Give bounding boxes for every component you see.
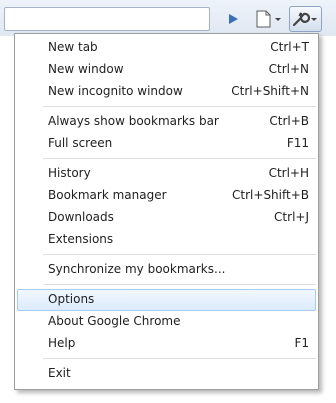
menu-item-shortcut: F1	[294, 336, 309, 350]
menu-item-label: New tab	[48, 40, 98, 54]
menu-item-options[interactable]: Options	[17, 289, 316, 311]
menu-item-shortcut: F11	[286, 136, 309, 150]
menu-item-label: New window	[48, 62, 124, 76]
page-menu-button[interactable]	[250, 6, 286, 32]
menu-separator	[43, 254, 316, 255]
address-bar[interactable]	[4, 7, 210, 31]
menu-separator	[43, 358, 316, 359]
menu-item-label: Options	[48, 292, 95, 306]
menu-item-always-show-bookmarks-bar[interactable]: Always show bookmarks bar Ctrl+B	[17, 111, 316, 133]
menu-item-new-window[interactable]: New window Ctrl+N	[17, 59, 316, 81]
menu-item-downloads[interactable]: Downloads Ctrl+J	[17, 207, 316, 229]
menu-item-label: Exit	[48, 366, 71, 380]
menu-separator	[43, 158, 316, 159]
menu-item-label: History	[48, 166, 91, 180]
menu-item-shortcut: Ctrl+N	[268, 62, 309, 76]
menu-item-synchronize-bookmarks[interactable]: Synchronize my bookmarks...	[17, 259, 316, 281]
menu-item-label: Help	[48, 336, 76, 350]
menu-item-label: Downloads	[48, 210, 114, 224]
menu-item-full-screen[interactable]: Full screen F11	[17, 133, 316, 155]
play-icon	[229, 14, 238, 24]
menu-item-label: Extensions	[48, 232, 114, 246]
menu-item-shortcut: Ctrl+T	[270, 40, 309, 54]
menu-item-label: Always show bookmarks bar	[48, 114, 219, 128]
menu-item-shortcut: Ctrl+B	[269, 114, 309, 128]
menu-item-new-tab[interactable]: New tab Ctrl+T	[17, 37, 316, 59]
wrench-icon	[292, 12, 317, 27]
menu-item-extensions[interactable]: Extensions	[17, 229, 316, 251]
menu-item-shortcut: Ctrl+J	[274, 210, 309, 224]
menu-item-help[interactable]: Help F1	[17, 333, 316, 355]
wrench-menu-button[interactable]	[289, 6, 322, 32]
menu-item-label: Full screen	[48, 136, 113, 150]
menu-item-label: About Google Chrome	[48, 314, 181, 328]
menu-separator	[43, 106, 316, 107]
menu-item-bookmark-manager[interactable]: Bookmark manager Ctrl+Shift+B	[17, 185, 316, 207]
menu-item-shortcut: Ctrl+Shift+N	[231, 84, 309, 98]
menu-item-shortcut: Ctrl+Shift+B	[232, 188, 309, 202]
menu-item-new-incognito-window[interactable]: New incognito window Ctrl+Shift+N	[17, 81, 316, 103]
page-icon	[256, 10, 281, 28]
menu-item-history[interactable]: History Ctrl+H	[17, 163, 316, 185]
wrench-dropdown-menu: New tab Ctrl+T New window Ctrl+N New inc…	[14, 33, 319, 390]
play-button[interactable]	[220, 6, 246, 32]
menu-item-about-google-chrome[interactable]: About Google Chrome	[17, 311, 316, 333]
menu-item-shortcut: Ctrl+H	[268, 166, 309, 180]
menu-item-label: Synchronize my bookmarks...	[48, 262, 226, 276]
menu-separator	[43, 284, 316, 285]
menu-item-label: Bookmark manager	[48, 188, 167, 202]
browser-toolbar	[0, 0, 336, 36]
menu-item-exit[interactable]: Exit	[17, 363, 316, 385]
menu-item-label: New incognito window	[48, 84, 183, 98]
